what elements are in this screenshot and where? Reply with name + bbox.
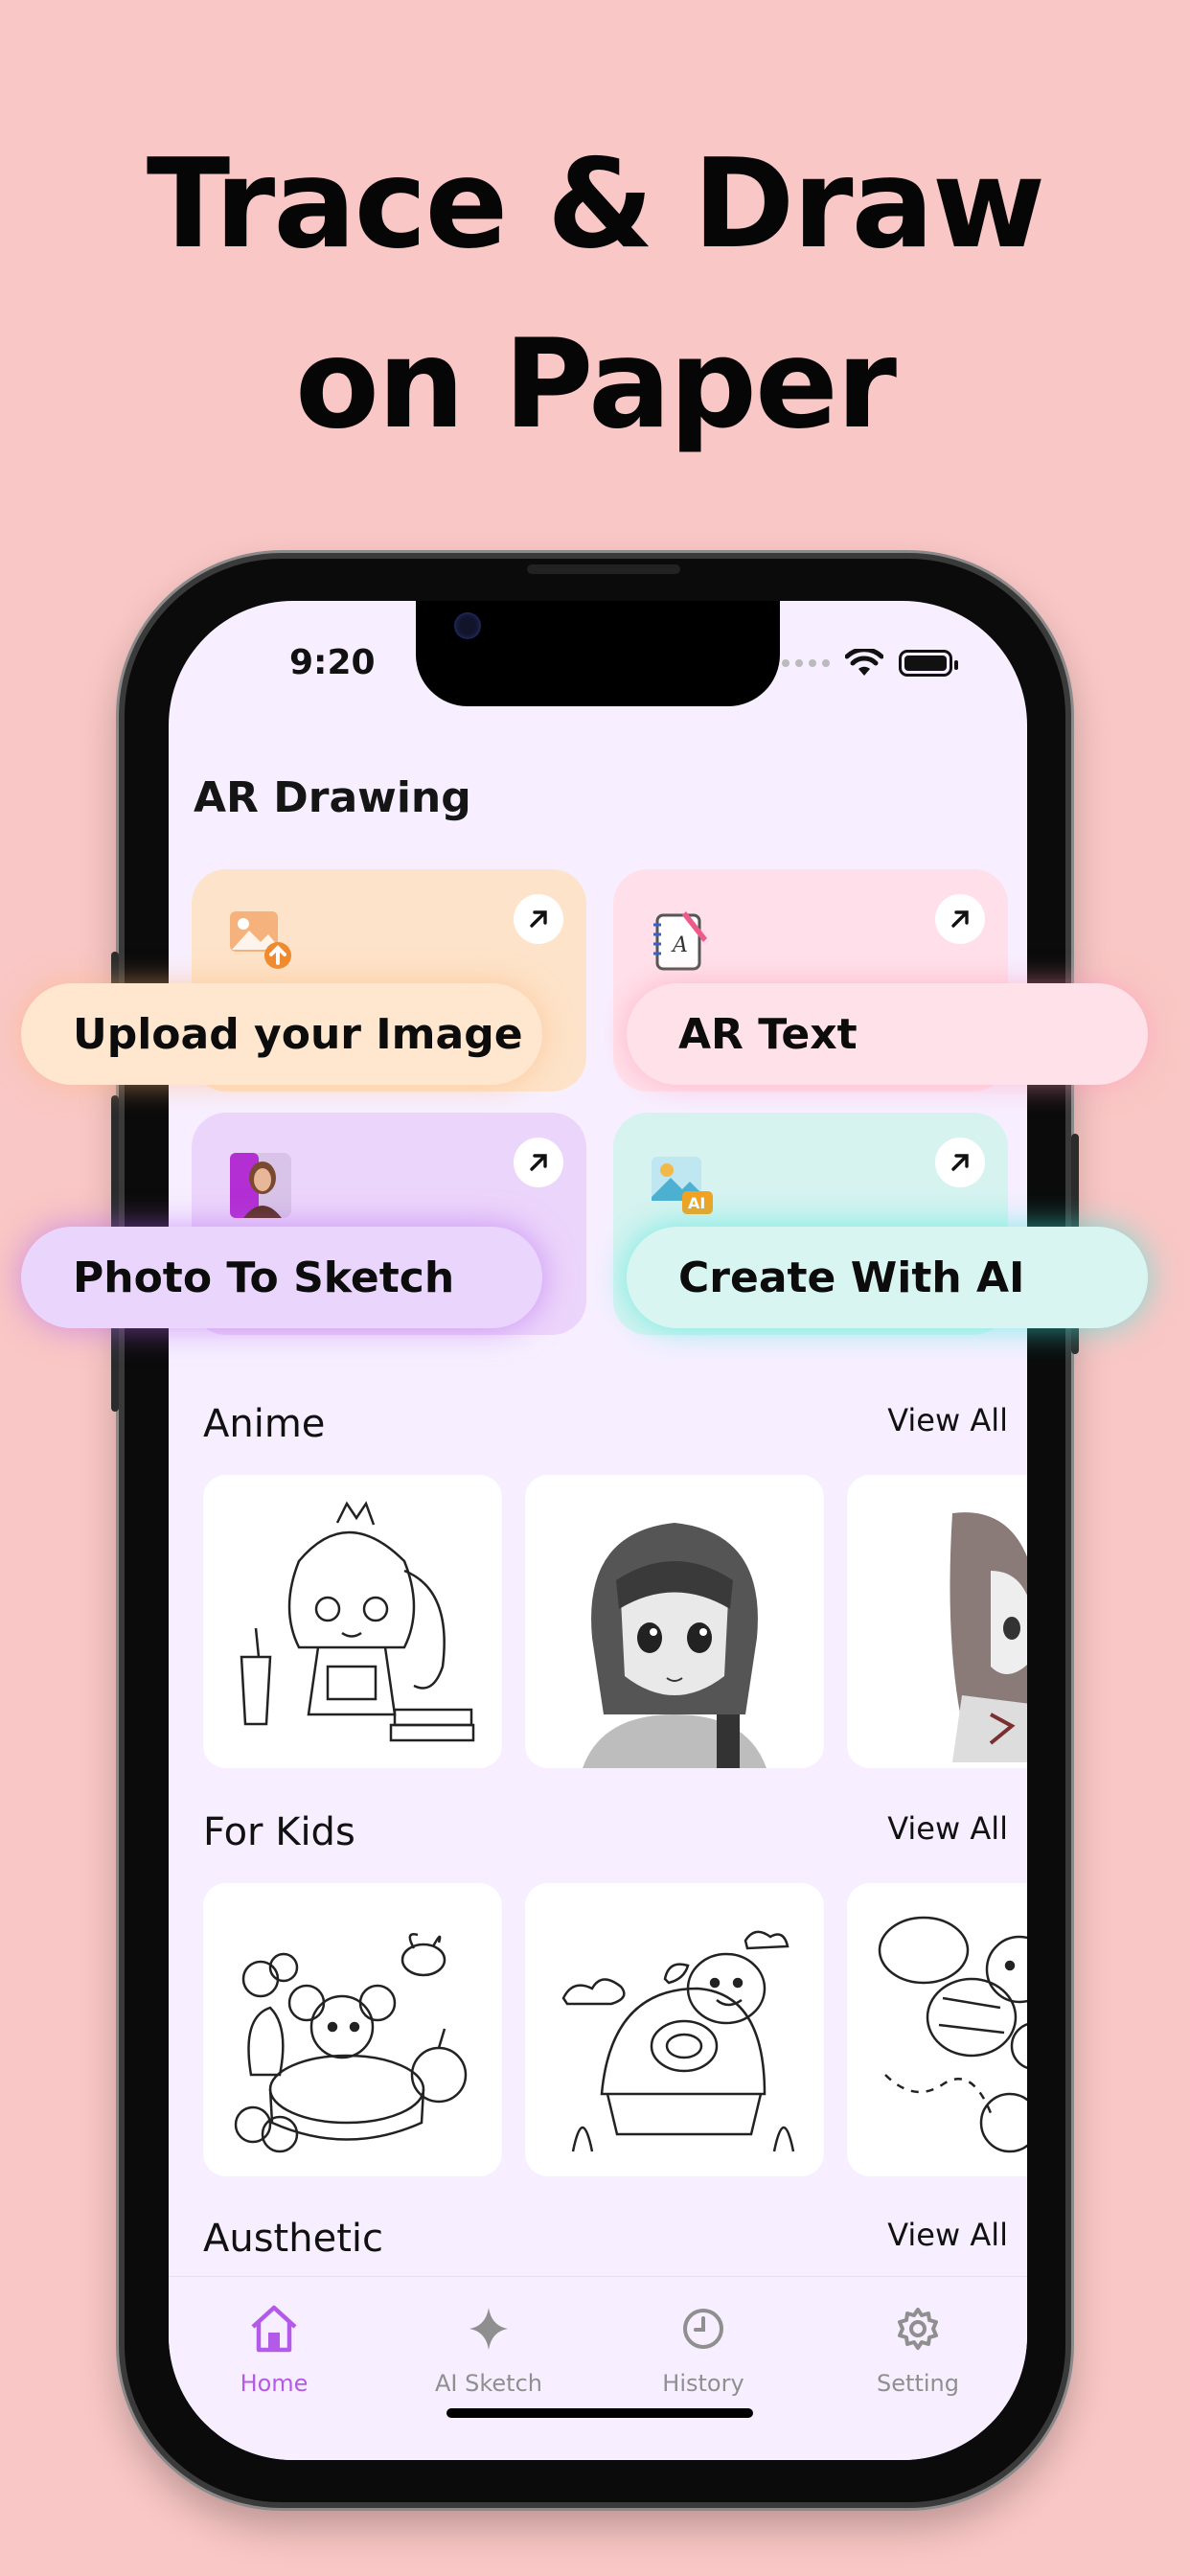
bottom-tab-bar: Home AI Sketch History Setting — [169, 2276, 1027, 2460]
kids-thumb-3[interactable] — [847, 1883, 1027, 2176]
photo-to-sketch-label: Photo To Sketch — [73, 1253, 455, 1302]
bee-sketch — [878, 1916, 1027, 2153]
anime-schoolgirl-sketch — [950, 1512, 1027, 1762]
gear-icon — [898, 2308, 938, 2350]
create-with-ai-label: Create With AI — [678, 1253, 1025, 1302]
section-title-austhetic: Austhetic — [203, 2217, 383, 2261]
home-icon — [251, 2305, 297, 2353]
arrow-up-right-icon[interactable] — [935, 1138, 985, 1187]
battery-icon — [899, 650, 958, 677]
phone-speaker — [527, 564, 680, 574]
status-time: 9:20 — [289, 643, 376, 682]
create-with-ai-pill[interactable]: Create With AI — [627, 1227, 1148, 1328]
tab-home-label: Home — [240, 2370, 309, 2397]
image-upload-icon — [230, 911, 291, 969]
ar-text-label: AR Text — [678, 1009, 858, 1059]
wifi-icon — [845, 649, 883, 676]
svg-text:A: A — [671, 933, 688, 957]
section-title-for-kids: For Kids — [203, 1810, 355, 1854]
app-title: AR Drawing — [194, 773, 471, 822]
anime-girl-portrait-sketch — [583, 1523, 767, 1768]
svg-text:AI: AI — [688, 1194, 705, 1212]
headline-line-1: Trace & Draw — [146, 133, 1045, 276]
home-indicator — [446, 2408, 753, 2418]
section-title-anime: Anime — [203, 1402, 326, 1446]
kids-thumb-1[interactable] — [203, 1883, 502, 2176]
kids-thumb-2[interactable] — [525, 1883, 824, 2176]
view-all-austhetic-link[interactable]: View All — [887, 2217, 1008, 2253]
turtle-sketch — [561, 1930, 795, 2152]
upload-image-pill[interactable]: Upload your Image — [21, 983, 542, 1085]
phone-volume-up — [111, 1095, 119, 1239]
notch — [416, 601, 780, 706]
tab-home[interactable]: Home — [197, 2302, 351, 2397]
tab-history[interactable]: History — [627, 2302, 780, 2397]
status-icons — [782, 649, 958, 678]
arrow-up-right-icon[interactable] — [935, 894, 985, 944]
notebook-pen-icon: A — [653, 911, 707, 971]
tab-setting[interactable]: Setting — [841, 2302, 995, 2397]
signal-dots-icon — [782, 659, 830, 667]
tab-setting-label: Setting — [877, 2370, 959, 2397]
ar-text-pill[interactable]: AR Text — [627, 983, 1148, 1085]
mouse-on-cake-sketch — [234, 1933, 468, 2153]
arrow-up-right-icon[interactable] — [514, 1138, 563, 1187]
tab-ai-sketch[interactable]: AI Sketch — [412, 2302, 565, 2397]
clock-icon — [683, 2309, 723, 2349]
view-all-anime-link[interactable]: View All — [887, 1402, 1008, 1438]
upload-image-label: Upload your Image — [73, 1009, 523, 1059]
tab-ai-sketch-label: AI Sketch — [435, 2370, 542, 2397]
app-screen: 9:20 AR Drawing A AI Anime View All For … — [169, 601, 1027, 2460]
chibi-girl-sketch — [240, 1501, 475, 1742]
tab-history-label: History — [662, 2370, 744, 2397]
anime-thumb-3[interactable] — [847, 1475, 1027, 1768]
sparkle-icon — [469, 2308, 508, 2350]
front-camera — [454, 612, 481, 639]
headline-line-2: on Paper — [295, 313, 897, 456]
portrait-sketch-icon — [230, 1153, 291, 1218]
view-all-for-kids-link[interactable]: View All — [887, 1810, 1008, 1847]
ai-image-icon: AI — [652, 1157, 713, 1214]
phone-frame: 9:20 AR Drawing A AI Anime View All For … — [111, 553, 1079, 2508]
arrow-up-right-icon[interactable] — [514, 894, 563, 944]
anime-thumb-1[interactable] — [203, 1475, 502, 1768]
photo-to-sketch-pill[interactable]: Photo To Sketch — [21, 1227, 542, 1328]
headline: Trace & Draw on Paper — [0, 115, 1190, 475]
anime-thumb-2[interactable] — [525, 1475, 824, 1768]
